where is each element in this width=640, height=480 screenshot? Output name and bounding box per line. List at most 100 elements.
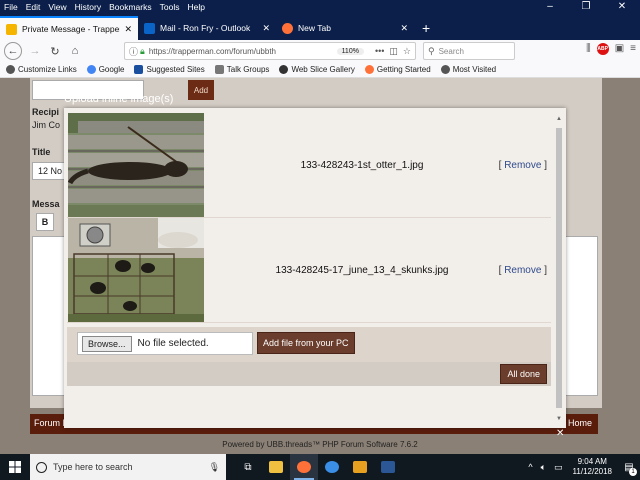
window-controls: – ❐ ✕	[532, 0, 640, 14]
info-icon[interactable]: ⓘ	[129, 45, 138, 58]
network-icon[interactable]: ▭	[554, 462, 563, 473]
menu-help[interactable]: Help	[183, 2, 208, 12]
task-view-icon[interactable]: ⧉	[234, 454, 262, 480]
upload-modal: 133-428243-1st_otter_1.jpg [ Remove ] 13…	[64, 108, 566, 428]
skunks-thumbnail	[68, 218, 204, 322]
nav-bar: ← → ↻ ⌂ ⓘ 🔒︎ https://trapperman.com/foru…	[0, 40, 640, 62]
tab-mail[interactable]: Mail - Ron Fry - Outlook ✕	[138, 16, 276, 40]
page-actions-icon[interactable]: •••	[375, 46, 384, 56]
menu-tools[interactable]: Tools	[156, 2, 184, 12]
bookmark-star-icon[interactable]: ☆	[403, 46, 411, 57]
no-file-text: No file selected.	[137, 338, 209, 349]
done-area: All done	[67, 362, 551, 386]
browse-button[interactable]: Browse...	[82, 335, 132, 352]
reload-icon[interactable]: ↻	[46, 42, 64, 60]
bookmark-customize-links[interactable]: Customize Links	[6, 65, 77, 74]
remove-control: [ Remove ]	[499, 160, 547, 171]
file-explorer-icon[interactable]	[262, 454, 290, 480]
menu-view[interactable]: View	[44, 2, 70, 12]
all-done-button[interactable]: All done	[500, 364, 547, 384]
lock-icon: 🔒︎	[140, 45, 145, 56]
close-window-icon[interactable]: ✕	[604, 0, 640, 14]
file-name: 133-428245-17_june_13_4_skunks.jpg	[275, 265, 449, 276]
bookmark-google[interactable]: Google	[86, 65, 124, 74]
forward-arrow-icon[interactable]: →	[26, 42, 44, 60]
bookmark-talk-groups[interactable]: Talk Groups	[214, 65, 269, 74]
search-box[interactable]: ⚲ Search	[423, 42, 515, 60]
zoom-level[interactable]: 110%	[336, 47, 364, 55]
new-tab-icon[interactable]: +	[414, 16, 438, 40]
uploaded-files-list: 133-428243-1st_otter_1.jpg [ Remove ] 13…	[67, 113, 551, 323]
taskbar-search-placeholder: Type here to search	[53, 462, 133, 472]
volume-icon[interactable]: 🔈︎	[541, 462, 546, 473]
search-placeholder: Search	[438, 46, 464, 56]
tab-close-icon[interactable]: ✕	[400, 23, 408, 34]
toolbar-right: ⫼ ABP ▣ ≡	[586, 43, 636, 55]
home-icon[interactable]: ⌂	[66, 42, 84, 60]
pocket-icon[interactable]: ◫	[389, 46, 398, 57]
back-arrow-icon[interactable]: ←	[4, 42, 22, 60]
remove-link[interactable]: Remove	[504, 265, 541, 276]
firefox-icon	[282, 22, 293, 34]
bookmark-suggested-sites[interactable]: Suggested Sites	[134, 65, 205, 74]
bookmark-label: Getting Started	[376, 65, 431, 74]
address-bar[interactable]: ⓘ 🔒︎ https://trapperman.com/forum/ubbth …	[124, 42, 416, 60]
modal-close-icon[interactable]: ✕	[556, 428, 564, 439]
modal-scrollbar[interactable]: ▲ ▼	[554, 116, 564, 422]
hamburger-menu-icon[interactable]: ≡	[630, 43, 636, 55]
scroll-up-icon[interactable]: ▲	[554, 116, 564, 122]
file-input[interactable]: Browse... No file selected.	[77, 332, 253, 355]
file-name: 133-428243-1st_otter_1.jpg	[300, 160, 424, 171]
powered-by-text: Powered by UBB.threads™ PHP Forum Softwa…	[222, 440, 418, 449]
bookmark-getting-started[interactable]: Getting Started	[364, 65, 431, 74]
windows-logo-icon	[9, 461, 21, 473]
tab-private-message[interactable]: Private Message - Trapperman ✕	[0, 16, 138, 40]
bg-message-label: Messa	[32, 199, 60, 209]
bracket-close: ]	[544, 265, 547, 276]
modal-title: Upload inline image(s)	[64, 93, 174, 105]
bracket-close: ]	[544, 160, 547, 171]
menu-history[interactable]: History	[71, 2, 105, 12]
internet-explorer-icon[interactable]	[318, 454, 346, 480]
bookmark-most-visited[interactable]: Most Visited	[440, 65, 497, 74]
search-icon: ⚲	[428, 45, 435, 56]
notification-icon[interactable]: ▤ 1	[618, 454, 640, 480]
tab-label: Mail - Ron Fry - Outlook	[160, 23, 251, 33]
bg-add-button: Add	[188, 80, 214, 100]
tab-new-tab[interactable]: New Tab ✕	[276, 16, 414, 40]
library-icon[interactable]: ⫼	[586, 43, 591, 55]
taskbar-search[interactable]: Type here to search 🎙︎	[30, 454, 226, 480]
uploaded-file-row: 133-428243-1st_otter_1.jpg [ Remove ]	[67, 113, 551, 218]
scroll-down-icon[interactable]: ▼	[554, 416, 564, 422]
menu-file[interactable]: File	[0, 2, 22, 12]
add-file-button[interactable]: Add file from your PC	[257, 332, 355, 354]
url-text[interactable]: https://trapperman.com/forum/ubbth	[149, 47, 337, 56]
tab-close-icon[interactable]: ✕	[262, 23, 270, 34]
tab-close-icon[interactable]: ✕	[124, 24, 132, 35]
adblock-icon[interactable]: ABP	[596, 43, 609, 55]
windows-start-icon[interactable]	[0, 454, 30, 480]
remove-link[interactable]: Remove	[504, 160, 541, 171]
bookmark-web-slice-gallery[interactable]: Web Slice Gallery	[279, 65, 355, 74]
menu-edit[interactable]: Edit	[22, 2, 45, 12]
microphone-icon[interactable]: 🎙︎	[209, 462, 220, 473]
restore-icon[interactable]: ❐	[568, 0, 604, 14]
system-clock[interactable]: 9:04 AM 11/12/2018	[573, 457, 612, 477]
bg-title-value: 12 No	[38, 166, 63, 176]
menu-bookmarks[interactable]: Bookmarks	[105, 2, 156, 12]
bookmark-label: Customize Links	[18, 65, 77, 74]
media-player-icon[interactable]	[346, 454, 374, 480]
tray-chevron-up-icon[interactable]: ^	[528, 462, 532, 472]
upload-area: Browse... No file selected. Add file fro…	[67, 327, 551, 362]
sidebar-icon[interactable]: ▣	[615, 43, 624, 55]
scrollbar-thumb[interactable]	[556, 128, 562, 408]
bookmark-label: Most Visited	[452, 65, 497, 74]
bing-icon	[134, 65, 144, 74]
clock-time: 9:04 AM	[577, 457, 607, 466]
gear-icon	[440, 65, 450, 74]
firefox-taskbar-icon[interactable]	[290, 454, 318, 480]
minimize-icon[interactable]: –	[532, 0, 568, 14]
word-icon[interactable]	[374, 454, 402, 480]
notification-badge: 1	[629, 468, 637, 476]
globe-icon	[279, 65, 289, 74]
